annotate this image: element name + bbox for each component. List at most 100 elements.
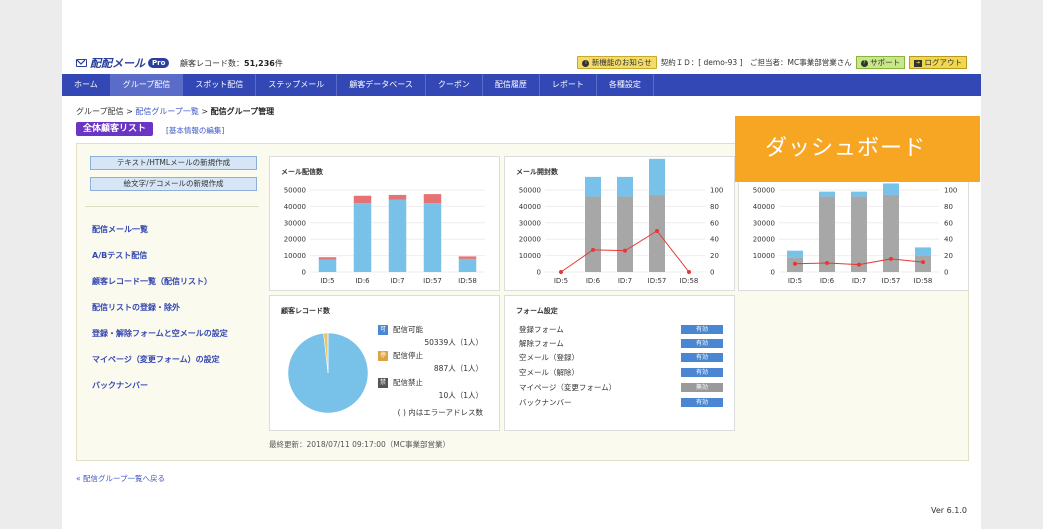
new-deco-mail-button[interactable]: 絵文字/デコメールの新規作成 xyxy=(90,177,257,191)
link-ab-test[interactable]: A/Bテスト配信 xyxy=(92,250,147,261)
status-badge[interactable]: 有効 xyxy=(681,368,723,377)
form-settings-card: フォーム設定 登録フォーム 有効 解除フォーム 有効 空メール（登録） 有効 空… xyxy=(504,295,735,431)
y-tick-label: 30000 xyxy=(284,219,306,227)
x-tick-label: ID:57 xyxy=(423,277,442,285)
support-button[interactable]: ? サポート xyxy=(855,56,906,69)
x-tick-label: ID:6 xyxy=(586,277,601,285)
form-row-mypage: マイページ（変更フォーム） 無効 xyxy=(519,382,724,394)
legend-deliverable: 可 配信可能 xyxy=(378,324,423,335)
bar xyxy=(353,195,372,204)
logo-badge: Pro xyxy=(148,58,170,68)
open-count-card: メール開封数 0 10000 20000 30000 40000 50000 0 20 40 60… xyxy=(504,156,735,291)
line-point xyxy=(857,262,861,267)
page: 配配メール Pro 顧客レコード数：51,236件 i 新機能のお知らせ 契約Ｉ… xyxy=(62,0,981,529)
bar xyxy=(617,196,633,272)
nav-spot-delivery[interactable]: スポット配信 xyxy=(183,74,257,96)
y-tick-label: 10000 xyxy=(519,252,541,260)
status-badge[interactable]: 無効 xyxy=(681,383,723,392)
bar xyxy=(787,250,803,258)
bar xyxy=(388,194,407,200)
y-tick-label: 40000 xyxy=(284,203,306,211)
main-nav: ホーム グループ配信 スポット配信 ステップメール 顧客データベース クーポン … xyxy=(62,74,981,96)
legend-label: 配信禁止 xyxy=(393,378,423,387)
x-tick-label: ID:5 xyxy=(554,277,568,285)
nav-home[interactable]: ホーム xyxy=(62,74,111,96)
nav-customer-database[interactable]: 顧客データベース xyxy=(337,74,426,96)
new-text-html-mail-button[interactable]: テキスト/HTMLメールの新規作成 xyxy=(90,156,257,170)
form-label: 空メール（登録） xyxy=(519,353,579,362)
info-icon: i xyxy=(582,59,590,67)
line-point xyxy=(655,229,659,233)
line-point xyxy=(591,247,595,252)
nav-group-delivery[interactable]: グループ配信 xyxy=(110,74,184,96)
bar xyxy=(883,183,899,195)
bar xyxy=(423,194,442,204)
link-mail-list[interactable]: 配信メール一覧 xyxy=(92,224,148,235)
nav-settings[interactable]: 各種設定 xyxy=(597,74,654,96)
y2-tick-label: 80 xyxy=(944,203,953,211)
x-tick-label: ID:6 xyxy=(820,277,835,285)
form-row-backnumber: バックナンバー 有効 xyxy=(519,397,724,409)
bar xyxy=(318,257,337,260)
status-badge[interactable]: 有効 xyxy=(681,339,723,348)
link-form-settings[interactable]: 登録・解除フォームと空メールの設定 xyxy=(92,328,228,339)
logout-button-label: ログアウト xyxy=(924,58,963,67)
list-title: 全体顧客リスト xyxy=(76,122,154,136)
nav-report[interactable]: レポート xyxy=(540,74,597,96)
form-label: バックナンバー xyxy=(519,398,572,407)
status-badge[interactable]: 有効 xyxy=(681,353,723,362)
breadcrumb-group-delivery[interactable]: グループ配信 xyxy=(76,107,124,116)
back-to-group-list-link[interactable]: « 配信グループ一覧へ戻る xyxy=(76,473,165,484)
x-tick-label: ID:57 xyxy=(882,277,901,285)
nav-coupon[interactable]: クーポン xyxy=(426,74,483,96)
notice-button[interactable]: i 新機能のお知らせ xyxy=(577,56,657,69)
y2-tick-label: 80 xyxy=(710,203,719,211)
x-tick-label: ID:6 xyxy=(355,277,370,285)
status-badge[interactable]: 有効 xyxy=(681,325,723,334)
x-tick-label: ID:58 xyxy=(680,277,699,285)
logout-button[interactable]: ➔ ログアウト xyxy=(909,56,967,69)
header-right: i 新機能のお知らせ 契約ＩＤ：[ demo-93 ] ご担当者：MC事業部営業… xyxy=(577,56,967,69)
line-point xyxy=(921,260,925,265)
form-label: 空メール（解除） xyxy=(519,368,579,377)
nav-step-mail[interactable]: ステップメール xyxy=(256,74,338,96)
edit-basic-info-link[interactable]: [基本情報の編集] xyxy=(166,125,224,136)
logo[interactable]: 配配メール Pro xyxy=(76,57,170,70)
breadcrumb-separator: > xyxy=(126,107,133,116)
bar xyxy=(617,176,633,197)
y-tick-label: 40000 xyxy=(753,203,775,211)
x-tick-label: ID:7 xyxy=(390,277,404,285)
y-tick-label: 20000 xyxy=(519,236,541,244)
x-tick-label: ID:7 xyxy=(618,277,632,285)
link-mypage-settings[interactable]: マイページ（変更フォーム）の設定 xyxy=(92,354,220,365)
nav-delivery-history[interactable]: 配信履歴 xyxy=(483,74,540,96)
form-row-unsubscribe: 解除フォーム 有効 xyxy=(519,338,724,350)
breadcrumb-separator: > xyxy=(201,107,209,116)
link-register-exclude[interactable]: 配信リストの登録・除外 xyxy=(92,302,180,313)
link-backnumber[interactable]: バックナンバー xyxy=(92,380,148,391)
link-record-list[interactable]: 顧客レコード一覧（配信リスト） xyxy=(92,276,212,287)
y-tick-label: 50000 xyxy=(284,187,306,195)
breadcrumb-group-list[interactable]: 配信グループ一覧 xyxy=(135,107,199,116)
mail-count-chart: 0 10000 20000 30000 40000 50000 ID:5 ID:6 ID:7 ID… xyxy=(284,187,485,285)
line-point xyxy=(687,270,691,274)
form-row-empty-mail-register: 空メール（登録） 有効 xyxy=(519,352,724,364)
bar xyxy=(649,158,665,195)
x-tick-label: ID:58 xyxy=(914,277,933,285)
bar xyxy=(819,196,835,272)
x-tick-label: ID:58 xyxy=(458,277,477,285)
breadcrumb-current: 配信グループ管理 xyxy=(210,107,275,116)
y-tick-label: 20000 xyxy=(284,236,306,244)
x-tick-label: ID:5 xyxy=(320,277,334,285)
status-badge[interactable]: 有効 xyxy=(681,398,723,407)
y-tick-label: 10000 xyxy=(753,252,775,260)
form-label: マイページ（変更フォーム） xyxy=(519,383,617,392)
x-tick-label: ID:57 xyxy=(648,277,667,285)
bar xyxy=(458,258,477,272)
legend-label: 配信停止 xyxy=(393,351,423,360)
y-tick-label: 0 xyxy=(771,269,775,277)
y2-tick-label: 0 xyxy=(710,269,714,277)
y-tick-label: 50000 xyxy=(519,187,541,195)
bar xyxy=(353,203,372,272)
bar xyxy=(585,176,601,197)
